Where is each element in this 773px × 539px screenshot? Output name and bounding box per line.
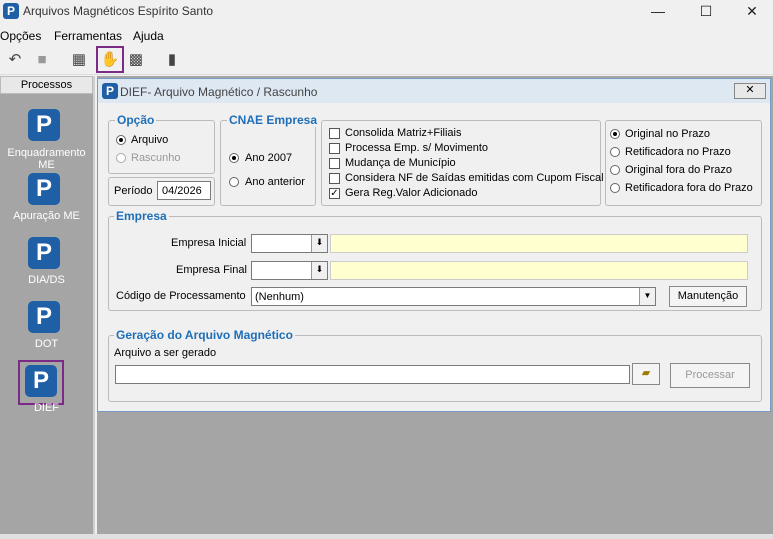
ano-2007-label: Ano 2007 [245, 152, 293, 164]
folder-open-icon[interactable]: ▰ [632, 363, 660, 385]
window-title: Arquivos Magnéticos Espírito Santo [23, 4, 214, 18]
rascunho-label: Rascunho [131, 152, 181, 164]
arquivo-label: Arquivo [131, 134, 169, 146]
sidebar-item-dot[interactable]: DOT [0, 338, 93, 350]
process-sidebar: Processos P Enquadramento ME P Apuração … [0, 76, 95, 539]
codigo-dropdown-icon[interactable]: ▼ [639, 288, 655, 305]
mudanca-checkbox[interactable] [329, 158, 340, 169]
empresa-inicial-label: Empresa Inicial [171, 237, 247, 249]
codigo-label: Código de Processamento [116, 290, 246, 302]
consolida-checkbox[interactable] [329, 128, 340, 139]
sidebar-header: Processos [0, 76, 93, 94]
toolbar: ↶ ■ ▦ ✋ ▩ ▮ [0, 45, 773, 75]
menu-bar: Opções Ferramentas Ajuda [0, 27, 773, 45]
consolida-label: Consolida Matriz+Filiais [345, 127, 462, 139]
periodo-label: Período [114, 185, 153, 197]
empresa-legend: Empresa [114, 209, 169, 223]
arquivo-radio[interactable] [116, 135, 126, 145]
stamp-icon[interactable]: ▩ [125, 49, 147, 71]
original-prazo-label: Original no Prazo [625, 128, 710, 140]
close-button[interactable]: ✕ [729, 0, 773, 22]
ano-anterior-radio[interactable] [229, 177, 239, 187]
empresa-inicial-dropdown-icon[interactable]: ⬇ [311, 235, 327, 252]
retificadora-prazo-label: Retificadora no Prazo [625, 146, 731, 158]
codigo-value: (Nenhum) [255, 291, 304, 303]
handshake-icon[interactable]: ✋ [96, 46, 124, 73]
stop-icon[interactable]: ■ [31, 49, 53, 71]
dialog-title: DIEF- Arquivo Magnético / Rascunho [120, 85, 318, 99]
original-fora-label: Original fora do Prazo [625, 164, 732, 176]
dialog-close-button[interactable]: ✕ [734, 83, 766, 99]
empresa-final-dropdown-icon[interactable]: ⬇ [311, 262, 327, 279]
menu-ajuda[interactable]: Ajuda [133, 29, 164, 43]
dot-icon[interactable]: P [28, 301, 60, 333]
cupom-label: Considera NF de Saídas emitidas com Cupo… [345, 172, 604, 184]
cnae-legend: CNAE Empresa [227, 113, 320, 127]
empresa-inicial-combo[interactable]: ⬇ [251, 234, 328, 253]
app-icon: P [3, 3, 19, 19]
opcao-legend: Opção [115, 113, 157, 127]
retificadora-fora-label: Retificadora fora do Prazo [625, 182, 753, 194]
dialog-icon: P [102, 83, 118, 99]
minimize-button[interactable]: — [635, 0, 681, 22]
valor-adicionado-label: Gera Reg.Valor Adicionado [345, 187, 478, 199]
periodo-input[interactable]: 04/2026 [157, 181, 211, 200]
empresa-final-name [330, 261, 748, 280]
dief-icon[interactable]: P [25, 365, 57, 397]
opcao-group [108, 120, 215, 174]
sidebar-item-apuracao[interactable]: Apuração ME [0, 210, 93, 222]
exit-icon[interactable]: ▮ [161, 49, 183, 71]
sidebar-item-dief[interactable]: DIEF [0, 402, 93, 414]
arquivo-input[interactable] [115, 365, 630, 384]
empresa-inicial-name [330, 234, 748, 253]
processar-button[interactable]: Processar [670, 363, 750, 388]
enquadramento-icon[interactable]: P [28, 109, 60, 141]
maximize-button[interactable]: ☐ [683, 0, 729, 22]
ano-anterior-label: Ano anterior [245, 176, 305, 188]
menu-ferramentas[interactable]: Ferramentas [54, 29, 122, 43]
geracao-legend: Geração do Arquivo Magnético [114, 328, 295, 342]
apuracao-icon[interactable]: P [28, 173, 60, 205]
valor-adicionado-checkbox[interactable]: ✓ [329, 188, 340, 199]
status-bar [0, 534, 773, 539]
original-fora-radio[interactable] [610, 165, 620, 175]
mudanca-label: Mudança de Município [345, 157, 456, 169]
empresa-final-combo[interactable]: ⬇ [251, 261, 328, 280]
ano-2007-radio[interactable] [229, 153, 239, 163]
arquivo-gerado-label: Arquivo a ser gerado [114, 347, 217, 359]
rascunho-radio[interactable] [116, 153, 126, 163]
title-bar: P Arquivos Magnéticos Espírito Santo — ☐… [0, 0, 773, 22]
print-icon[interactable]: ▦ [68, 49, 90, 71]
sidebar-item-enquadramento[interactable]: Enquadramento ME [0, 147, 93, 171]
processa-checkbox[interactable] [329, 143, 340, 154]
retificadora-prazo-radio[interactable] [610, 147, 620, 157]
manutencao-button[interactable]: Manutenção [669, 286, 747, 307]
original-prazo-radio[interactable] [610, 129, 620, 139]
sidebar-item-dia-ds[interactable]: DIA/DS [0, 274, 93, 286]
processa-label: Processa Emp. s/ Movimento [345, 142, 489, 154]
dia-ds-icon[interactable]: P [28, 237, 60, 269]
empresa-final-label: Empresa Final [176, 264, 247, 276]
undo-icon[interactable]: ↶ [4, 49, 26, 71]
menu-opcoes[interactable]: Opções [0, 29, 41, 43]
dief-dialog: P DIEF- Arquivo Magnético / Rascunho ✕ O… [97, 78, 771, 412]
cupom-checkbox[interactable] [329, 173, 340, 184]
codigo-select[interactable]: (Nenhum) ▼ [251, 287, 656, 306]
retificadora-fora-radio[interactable] [610, 183, 620, 193]
dialog-title-bar: P DIEF- Arquivo Magnético / Rascunho ✕ [98, 79, 770, 103]
